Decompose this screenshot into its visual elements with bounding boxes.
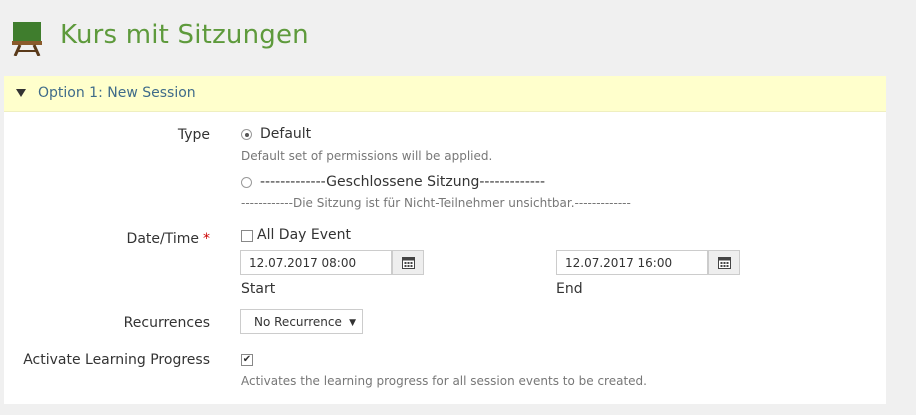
start-date-input[interactable] (240, 250, 392, 275)
type-default-description: Default set of permissions will be appli… (241, 149, 493, 163)
page-header: Kurs mit Sitzungen (0, 0, 916, 76)
caret-down-icon: ▼ (349, 318, 356, 328)
panel-title[interactable]: Option 1: New Session (38, 85, 196, 101)
end-label: End (556, 281, 583, 297)
type-default-radio[interactable] (241, 129, 252, 140)
recurrence-select[interactable]: No Recurrence ▼ (240, 309, 363, 334)
all-day-label[interactable]: All Day Event (257, 227, 351, 243)
type-closed-label[interactable]: -------------Geschlossene Sitzung-------… (260, 174, 545, 190)
course-board-icon (12, 22, 42, 56)
calendar-icon (402, 257, 415, 269)
start-label: Start (241, 281, 276, 297)
new-session-panel: Option 1: New Session Type Default Defau… (4, 76, 886, 404)
end-calendar-button[interactable] (708, 250, 740, 275)
start-calendar-button[interactable] (392, 250, 424, 275)
recurrence-select-value: No Recurrence (254, 315, 342, 329)
required-marker: * (203, 231, 210, 247)
collapse-triangle-icon[interactable] (16, 89, 26, 97)
panel-header[interactable]: Option 1: New Session (4, 76, 886, 112)
recurrences-label: Recurrences (123, 315, 210, 331)
type-label: Type (177, 127, 210, 143)
all-day-checkbox[interactable] (241, 230, 253, 242)
page-title: Kurs mit Sitzungen (60, 20, 309, 50)
learning-progress-checkbox[interactable]: ✔ (241, 354, 253, 366)
calendar-icon (718, 257, 731, 269)
type-default-label[interactable]: Default (260, 126, 311, 142)
type-closed-description: ------------Die Sitzung ist für Nicht-Te… (241, 196, 631, 210)
learning-progress-label: Activate Learning Progress (23, 352, 210, 368)
type-closed-radio[interactable] (241, 177, 252, 188)
datetime-label: Date/Time * (126, 231, 210, 247)
learning-progress-description: Activates the learning progress for all … (241, 374, 647, 388)
end-date-input[interactable] (556, 250, 708, 275)
